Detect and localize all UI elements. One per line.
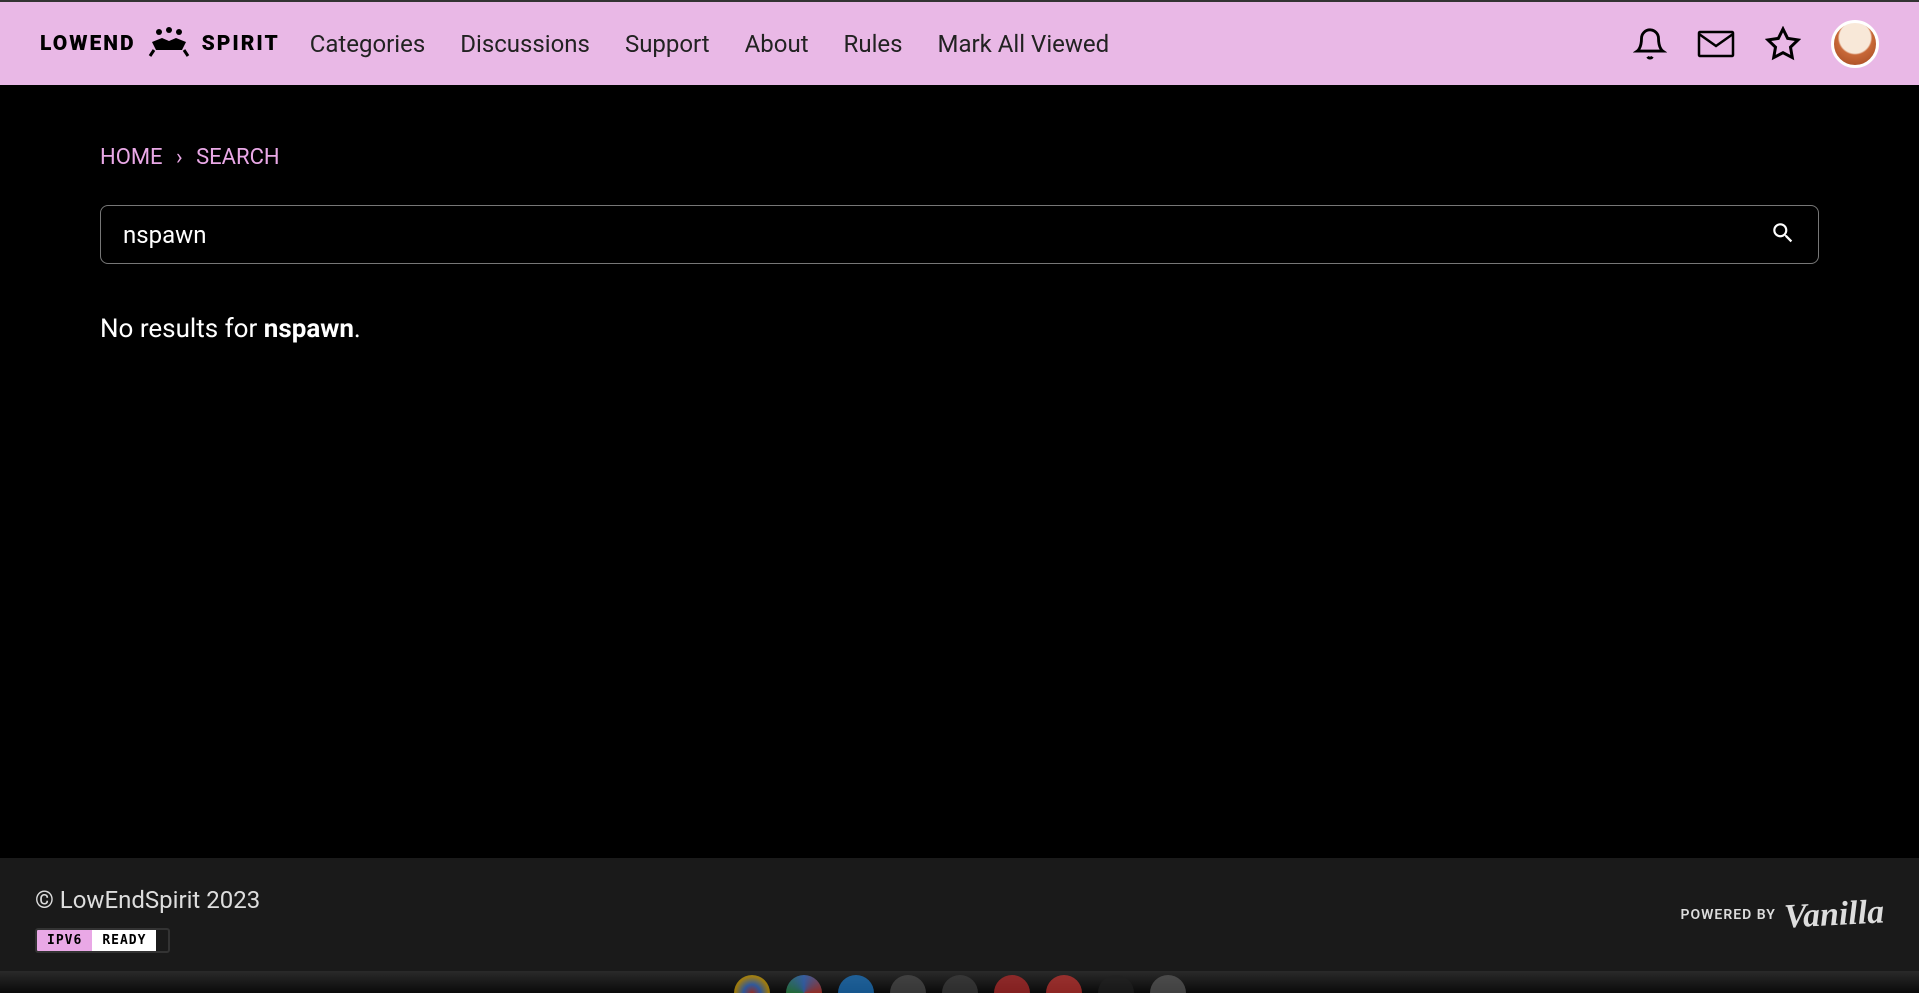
breadcrumb-home[interactable]: HOME	[100, 145, 163, 170]
dock-app-icon[interactable]	[1098, 975, 1134, 993]
logo-text-left: LOWEND	[40, 32, 136, 56]
no-results-message: No results for nspawn.	[100, 314, 1819, 344]
dock	[0, 971, 1919, 993]
handshake-icon	[144, 26, 194, 62]
no-results-term: nspawn	[264, 314, 354, 344]
dock-app-icon[interactable]	[1150, 975, 1186, 993]
dock-app-icon[interactable]	[1046, 975, 1082, 993]
search-box	[100, 205, 1819, 264]
nav-rules[interactable]: Rules	[844, 30, 903, 58]
powered-by-text: POWERED BY	[1681, 907, 1776, 923]
footer: © LowEndSpirit 2023 IPV6 READY POWERED B…	[0, 858, 1919, 971]
nav-support[interactable]: Support	[625, 30, 710, 58]
no-results-suffix: .	[354, 314, 361, 344]
dock-app-icon[interactable]	[994, 975, 1030, 993]
breadcrumb-separator: ›	[176, 145, 183, 170]
nav-categories[interactable]: Categories	[310, 30, 426, 58]
ipv6-badge-right: READY	[92, 930, 156, 951]
ipv6-badge[interactable]: IPV6 READY	[35, 928, 170, 953]
avatar[interactable]	[1831, 20, 1879, 68]
logo-text-right: SPIRIT	[202, 32, 280, 56]
no-results-prefix: No results for	[100, 314, 264, 344]
main-nav: Categories Discussions Support About Rul…	[310, 30, 1109, 58]
dock-app-icon[interactable]	[734, 975, 770, 993]
notifications-icon[interactable]	[1633, 27, 1667, 61]
vanilla-logo: Vanilla	[1783, 893, 1885, 936]
copyright: © LowEndSpirit 2023	[35, 886, 260, 914]
bookmarks-icon[interactable]	[1765, 26, 1801, 62]
search-icon	[1770, 220, 1796, 249]
search-button[interactable]	[1770, 220, 1796, 249]
nav-mark-all-viewed[interactable]: Mark All Viewed	[938, 30, 1110, 58]
footer-right[interactable]: POWERED BY Vanilla	[1681, 896, 1885, 934]
footer-left: © LowEndSpirit 2023 IPV6 READY	[35, 886, 260, 953]
nav-discussions[interactable]: Discussions	[460, 30, 590, 58]
header: LOWEND SPIRIT Categories Discussions Sup…	[0, 0, 1919, 85]
messages-icon[interactable]	[1697, 30, 1735, 58]
header-icons	[1633, 20, 1879, 68]
breadcrumb-current: SEARCH	[196, 145, 280, 170]
main-content: HOME › SEARCH No results for nspawn.	[0, 85, 1919, 858]
dock-app-icon[interactable]	[838, 975, 874, 993]
nav-about[interactable]: About	[745, 30, 809, 58]
breadcrumb: HOME › SEARCH	[100, 145, 1819, 170]
dock-app-icon[interactable]	[786, 975, 822, 993]
dock-app-icon[interactable]	[942, 975, 978, 993]
dock-app-icon[interactable]	[890, 975, 926, 993]
ipv6-badge-left: IPV6	[37, 930, 92, 951]
search-input[interactable]	[123, 221, 1770, 249]
logo[interactable]: LOWEND SPIRIT	[40, 26, 280, 62]
